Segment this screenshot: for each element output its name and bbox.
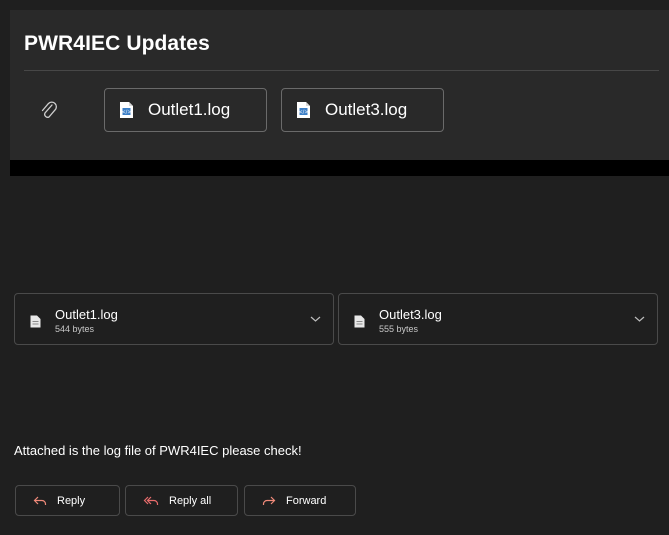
message-subject: PWR4IEC Updates [24, 32, 210, 55]
chevron-down-icon[interactable] [310, 315, 321, 323]
log-file-icon: </> [120, 102, 133, 118]
reply-all-button[interactable]: Reply all [125, 485, 238, 516]
reply-all-label: Reply all [169, 494, 212, 507]
reply-all-icon [143, 496, 159, 505]
log-file-icon: </> [297, 102, 310, 118]
svg-text:</>: </> [121, 110, 131, 116]
reply-icon [33, 496, 47, 505]
file-icon [354, 315, 365, 328]
attachment-size: 544 bytes [55, 324, 95, 334]
attachment-chip-outlet1[interactable]: </> Outlet1.log [104, 88, 267, 132]
reply-label: Reply [57, 494, 86, 507]
file-icon [30, 315, 41, 328]
header-divider [24, 70, 659, 71]
attachment-chip-outlet3[interactable]: </> Outlet3.log [281, 88, 444, 132]
chevron-down-icon[interactable] [634, 315, 645, 323]
attachment-chip-label: Outlet3.log [325, 100, 408, 119]
svg-text:</>: </> [298, 110, 308, 116]
divider-bar [10, 160, 669, 176]
attachment-name: Outlet3.log [379, 307, 442, 322]
forward-button[interactable]: Forward [244, 485, 356, 516]
attachment-size: 555 bytes [379, 324, 419, 334]
forward-label: Forward [286, 494, 327, 507]
paperclip-icon[interactable] [38, 100, 60, 122]
forward-icon [262, 496, 276, 505]
attachment-card-outlet1[interactable]: Outlet1.log 544 bytes [14, 293, 334, 345]
attachment-chip-label: Outlet1.log [148, 100, 231, 119]
attachment-card-outlet3[interactable]: Outlet3.log 555 bytes [338, 293, 658, 345]
reply-button[interactable]: Reply [15, 485, 120, 516]
message-body: Attached is the log file of PWR4IEC plea… [14, 443, 302, 458]
attachment-name: Outlet1.log [55, 307, 118, 322]
